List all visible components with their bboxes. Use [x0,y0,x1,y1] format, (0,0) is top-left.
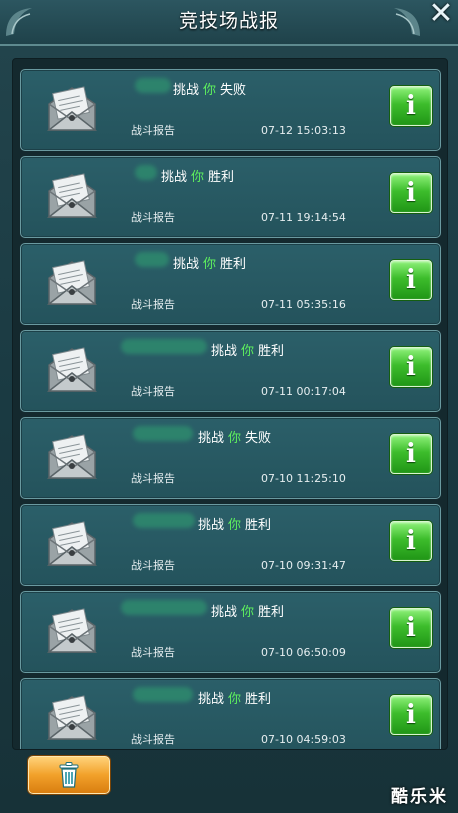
result-line: 挑战你胜利 [161,166,234,185]
blurred-opponent-name [133,687,193,702]
challenge-text: 挑战 [198,518,225,533]
result-line: 挑战你失败 [198,427,271,446]
report-item[interactable]: 挑战你胜利 战斗报告 07-11 05:35:16 i [20,243,441,325]
info-button[interactable]: i [390,521,432,561]
battle-report-label: 战斗报告 [131,385,175,398]
result-line: 挑战你胜利 [211,601,284,620]
result-text: 胜利 [258,344,285,359]
result-line: 挑战你胜利 [198,514,271,533]
close-icon[interactable]: ✕ [428,0,454,29]
report-item[interactable]: 挑战你失败 战斗报告 07-12 15:03:13 i [20,69,441,151]
you-text: 你 [228,692,242,707]
info-button[interactable]: i [390,86,432,126]
result-text: 胜利 [245,518,272,533]
result-text: 胜利 [220,257,247,272]
challenge-text: 挑战 [173,257,200,272]
challenge-text: 挑战 [211,344,238,359]
result-text: 胜利 [208,170,235,185]
delete-button[interactable] [28,756,110,794]
challenge-text: 挑战 [161,170,188,185]
result-line: 挑战你失败 [173,79,246,98]
challenge-text: 挑战 [173,83,200,98]
report-timestamp: 07-12 15:03:13 [261,124,346,137]
arena-report-window: 竞技场战报 ✕ 挑战你失败 战斗报告 07-12 15:03:13 i 挑战 你… [0,0,458,813]
envelope-icon [46,608,98,653]
watermark-logo: 酷乐米 [391,787,448,807]
battle-report-label: 战斗报告 [131,559,175,572]
report-item[interactable]: 挑战你失败 战斗报告 07-10 11:25:10 i [20,417,441,499]
battle-report-label: 战斗报告 [131,472,175,485]
challenge-text: 挑战 [211,605,238,620]
info-button[interactable]: i [390,434,432,474]
report-list[interactable]: 挑战你失败 战斗报告 07-12 15:03:13 i 挑战你胜利 战斗报告 0… [12,58,448,750]
battle-report-label: 战斗报告 [131,211,175,224]
blurred-opponent-name [121,339,207,354]
report-item[interactable]: 挑战你胜利 战斗报告 07-11 00:17:04 i [20,330,441,412]
envelope-icon [46,695,98,740]
report-item[interactable]: 挑战你胜利 战斗报告 07-10 09:31:47 i [20,504,441,586]
challenge-text: 挑战 [198,431,225,446]
report-timestamp: 07-10 04:59:03 [261,733,346,746]
challenge-text: 挑战 [198,692,225,707]
envelope-icon [46,434,98,479]
you-text: 你 [228,518,242,533]
envelope-icon [46,260,98,305]
report-timestamp: 07-11 05:35:16 [261,298,346,311]
battle-report-label: 战斗报告 [131,298,175,311]
battle-report-label: 战斗报告 [131,646,175,659]
info-button[interactable]: i [390,260,432,300]
result-text: 胜利 [245,692,272,707]
you-text: 你 [203,83,217,98]
report-item[interactable]: 挑战你胜利 战斗报告 07-10 04:59:03 i [20,678,441,749]
blurred-opponent-name [133,513,195,528]
report-item[interactable]: 挑战你胜利 战斗报告 07-10 06:50:09 i [20,591,441,673]
report-timestamp: 07-10 09:31:47 [261,559,346,572]
info-button[interactable]: i [390,173,432,213]
report-timestamp: 07-11 19:14:54 [261,211,346,224]
you-text: 你 [228,431,242,446]
ornament-right-icon [394,8,420,36]
info-button[interactable]: i [390,695,432,735]
battle-report-label: 战斗报告 [131,124,175,137]
envelope-icon [46,173,98,218]
blurred-opponent-name [133,426,193,441]
blurred-opponent-name [135,78,171,93]
result-text: 失败 [220,83,247,98]
battle-report-label: 战斗报告 [131,733,175,746]
report-timestamp: 07-10 11:25:10 [261,472,346,485]
result-text: 失败 [245,431,272,446]
you-text: 你 [241,344,255,359]
result-line: 挑战你胜利 [198,688,271,707]
report-timestamp: 07-11 00:17:04 [261,385,346,398]
result-text: 胜利 [258,605,285,620]
info-button[interactable]: i [390,608,432,648]
envelope-icon [46,347,98,392]
you-text: 你 [203,257,217,272]
blurred-opponent-name [121,600,207,615]
envelope-icon [46,86,98,131]
envelope-icon [46,521,98,566]
trash-icon [59,762,79,788]
blurred-opponent-name [135,165,157,180]
report-item[interactable]: 挑战你胜利 战斗报告 07-11 19:14:54 i [20,156,441,238]
result-line: 挑战你胜利 [211,340,284,359]
blurred-opponent-name [135,252,169,267]
header-bar: 竞技场战报 ✕ [0,0,458,46]
you-text: 你 [241,605,255,620]
info-button[interactable]: i [390,347,432,387]
you-text: 你 [191,170,205,185]
report-timestamp: 07-10 06:50:09 [261,646,346,659]
result-line: 挑战你胜利 [173,253,246,272]
